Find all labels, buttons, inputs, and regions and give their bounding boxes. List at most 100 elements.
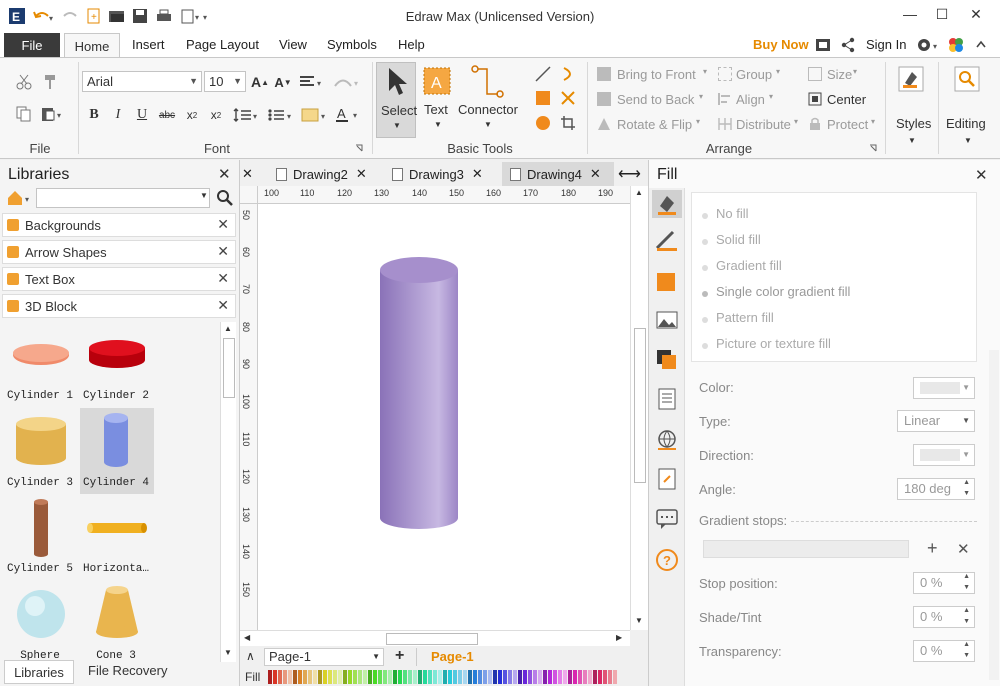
tab-home[interactable]: Home (64, 33, 120, 58)
color-swatch[interactable] (368, 670, 372, 684)
cone-3-shape[interactable] (92, 584, 142, 642)
library-section-text-box[interactable]: Text Box ✕ (2, 267, 236, 291)
size-button[interactable]: Size (827, 67, 852, 82)
color-swatch[interactable] (553, 670, 557, 684)
library-section-3d-block[interactable]: 3D Block ✕ (2, 294, 236, 318)
cylinder-2-shape[interactable] (86, 336, 148, 372)
color-swatch[interactable] (383, 670, 387, 684)
color-swatch[interactable] (478, 670, 482, 684)
color-swatch[interactable] (268, 670, 272, 684)
editing-button[interactable]: Editing ▼ (942, 62, 996, 152)
option-picture-texture-fill[interactable]: Picture or texture fill (716, 336, 831, 351)
text-tool-button[interactable]: A Text ▼ (420, 62, 454, 138)
color-swatch[interactable] (353, 670, 357, 684)
canvas-vertical-scrollbar[interactable]: ▲ ▼ (630, 186, 648, 630)
gradient-type-select[interactable]: Linear ▼ (897, 410, 975, 432)
paragraph-spacing-icon[interactable]: ▾ (232, 106, 262, 124)
color-picker[interactable]: ▼ (913, 377, 975, 399)
close-section-icon[interactable]: ✕ (217, 243, 229, 260)
color-swatch[interactable] (318, 670, 322, 684)
add-page-icon[interactable]: + (395, 647, 404, 665)
color-swatch[interactable] (298, 670, 302, 684)
color-swatch[interactable] (608, 670, 612, 684)
fill-tool-icon[interactable] (652, 190, 682, 218)
color-swatch[interactable] (288, 670, 292, 684)
color-swatch[interactable] (543, 670, 547, 684)
attachment-icon[interactable] (655, 468, 679, 492)
option-single-color-gradient-fill[interactable]: Single color gradient fill (716, 284, 850, 299)
radio-icon[interactable] (702, 265, 708, 271)
maximize-icon[interactable]: ☐ (930, 4, 954, 24)
rotate-flip-button[interactable]: Rotate & Flip (617, 117, 692, 132)
bring-to-front-button[interactable]: Bring to Front (617, 67, 696, 82)
color-swatch[interactable] (588, 670, 592, 684)
tab-help[interactable]: Help (398, 37, 425, 52)
stepper-arrows-icon[interactable]: ▲ ▼ (963, 605, 970, 627)
canvas-vscroll-thumb[interactable] (634, 328, 646, 483)
close-tab-icon[interactable]: ✕ (590, 166, 601, 182)
radio-icon[interactable] (702, 213, 708, 219)
scroll-down-icon[interactable]: ▼ (635, 616, 643, 625)
stop-position-stepper[interactable]: 0 % ▲ ▼ (913, 572, 975, 594)
styles-button[interactable]: Styles ▼ (890, 62, 934, 152)
color-swatch[interactable] (448, 670, 452, 684)
color-swatch[interactable] (338, 670, 342, 684)
color-swatch[interactable] (548, 670, 552, 684)
color-swatch[interactable] (408, 670, 412, 684)
color-swatch[interactable] (518, 670, 522, 684)
ellipse-tool-icon[interactable] (533, 113, 553, 133)
color-swatch[interactable] (598, 670, 602, 684)
cut-icon[interactable] (14, 72, 34, 92)
sphere-shape[interactable] (15, 588, 67, 640)
library-scrollbar[interactable]: ▲ ▼ (220, 322, 236, 662)
connector-tool-button[interactable]: Connector ▼ (456, 62, 522, 138)
horizontal-cylinder-shape[interactable] (86, 520, 148, 536)
color-swatch[interactable] (558, 670, 562, 684)
copy-icon[interactable] (14, 104, 34, 124)
color-swatch[interactable] (603, 670, 607, 684)
color-swatch[interactable] (423, 670, 427, 684)
color-swatch[interactable] (393, 670, 397, 684)
font-size-select[interactable]: 10 ▼ (204, 71, 246, 92)
close-section-icon[interactable]: ✕ (217, 270, 229, 287)
tab-view[interactable]: View (279, 37, 307, 52)
color-swatch[interactable] (378, 670, 382, 684)
option-solid-fill[interactable]: Solid fill (716, 232, 761, 247)
color-swatch[interactable] (438, 670, 442, 684)
shrink-font-icon[interactable]: A ▼ (274, 72, 292, 92)
close-tab-icon[interactable]: ✕ (356, 166, 367, 182)
color-swatch[interactable] (528, 670, 532, 684)
crop-tool-icon[interactable] (558, 113, 578, 133)
color-swatch[interactable] (443, 670, 447, 684)
arrange-dialog-launcher-icon[interactable] (868, 143, 878, 153)
color-swatch[interactable] (323, 670, 327, 684)
italic-icon[interactable]: I (110, 106, 126, 124)
send-to-back-button[interactable]: Send to Back (617, 92, 694, 107)
collapse-ribbon-icon[interactable] (974, 37, 988, 53)
cart-icon[interactable] (815, 37, 831, 53)
remove-stop-icon[interactable]: ✕ (957, 540, 970, 558)
color-swatch[interactable] (428, 670, 432, 684)
superscript-icon[interactable]: x2 (208, 106, 224, 124)
search-icon[interactable] (216, 189, 234, 207)
color-swatch[interactable] (293, 670, 297, 684)
cylinder-3-shape[interactable] (13, 416, 69, 466)
share-icon[interactable] (840, 37, 856, 53)
bullets-icon[interactable]: ▾ (266, 106, 296, 124)
cross-tool-icon[interactable] (558, 88, 578, 108)
color-swatch[interactable] (573, 670, 577, 684)
comment-icon[interactable] (655, 508, 679, 530)
home-library-icon[interactable]: ▾ (6, 189, 34, 207)
underline-icon[interactable]: U (134, 106, 150, 124)
group-button[interactable]: Group (736, 67, 772, 82)
line-spacing-curve-icon[interactable]: ▾ (332, 72, 364, 92)
color-swatch[interactable] (373, 670, 377, 684)
scroll-down-icon[interactable]: ▼ (224, 648, 232, 657)
paste-icon[interactable]: ▾ (38, 104, 68, 124)
canvas-horizontal-scrollbar[interactable]: ◀ ▶ (240, 630, 630, 646)
color-swatch[interactable] (473, 670, 477, 684)
color-swatch[interactable] (538, 670, 542, 684)
cylinder-5-shape[interactable] (32, 498, 50, 558)
color-swatch[interactable] (328, 670, 332, 684)
font-name-select[interactable]: Arial ▼ (82, 71, 202, 92)
